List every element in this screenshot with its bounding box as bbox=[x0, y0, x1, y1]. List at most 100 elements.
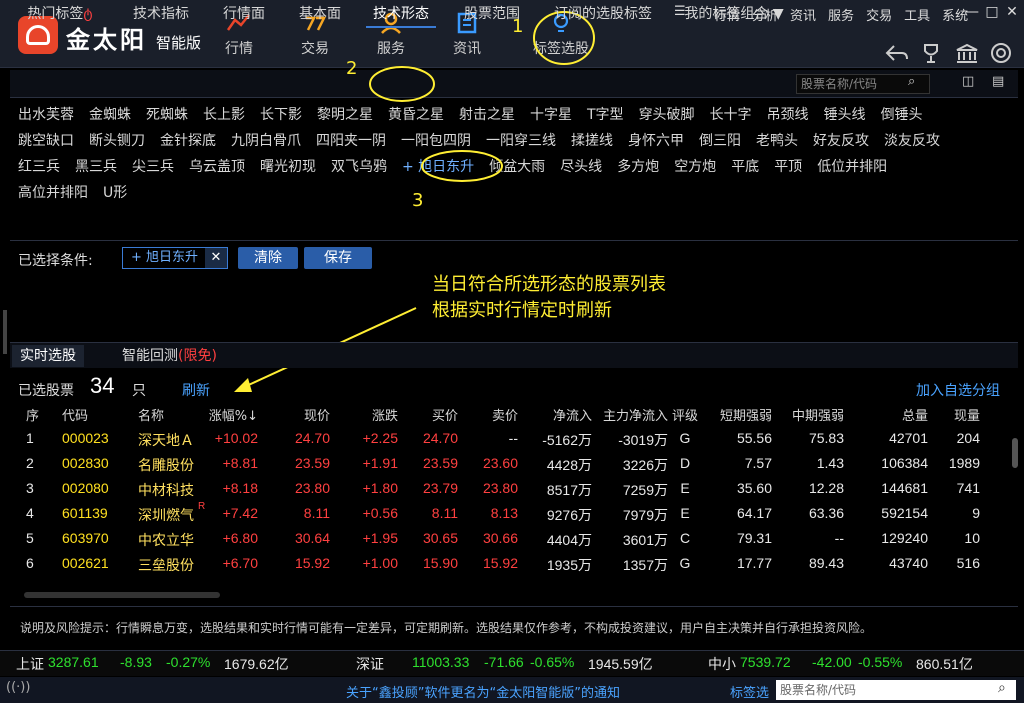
pattern-item[interactable]: 跳空缺口 bbox=[18, 133, 74, 149]
pattern-item[interactable]: 射击之星 bbox=[459, 107, 515, 123]
pattern-item[interactable]: 揉搓线 bbox=[571, 133, 613, 149]
refresh-button[interactable]: 刷新 bbox=[182, 380, 210, 400]
remove-condition-icon[interactable]: ✕ bbox=[205, 248, 227, 268]
add-to-watchlist-button[interactable]: 加入自选分组 bbox=[916, 380, 1000, 400]
pattern-item[interactable]: 平顶 bbox=[774, 159, 802, 175]
pattern-item[interactable]: 金蜘蛛 bbox=[89, 107, 131, 123]
bank-icon[interactable] bbox=[954, 42, 980, 64]
tab-market-side[interactable]: 行情面 bbox=[214, 0, 274, 28]
pattern-item[interactable]: 一阳包四阴 bbox=[401, 133, 471, 149]
table-row[interactable]: 2 002830 名雕股份 +8.81 23.59 +1.91 23.59 23.60 4428… bbox=[10, 451, 1010, 476]
tab-smart-backtest[interactable]: 智能回测(限免) bbox=[114, 345, 225, 367]
vertical-scrollbar[interactable] bbox=[1012, 438, 1018, 468]
pattern-item[interactable]: 平底 bbox=[731, 159, 759, 175]
column-header[interactable]: 总量 bbox=[860, 405, 928, 424]
table-row[interactable]: 5 603970 中农立华 +6.80 30.64 +1.95 30.65 30.66 4404… bbox=[10, 526, 1010, 551]
save-button[interactable]: 保存 bbox=[304, 247, 372, 269]
table-row[interactable]: 6 002621 三垒股份 +6.70 15.92 +1.00 15.90 15.92 1935… bbox=[10, 551, 1010, 576]
search-icon[interactable]: ⌕ bbox=[908, 74, 926, 92]
column-header[interactable]: 涨幅%↓ bbox=[202, 405, 258, 424]
pattern-item[interactable]: 尖三兵 bbox=[132, 159, 174, 175]
trophy-icon[interactable] bbox=[918, 42, 944, 64]
pattern-item[interactable]: 倒三阳 bbox=[699, 133, 741, 149]
pattern-item[interactable]: 双飞乌鸦 bbox=[331, 159, 387, 175]
column-header[interactable]: 序 bbox=[26, 405, 46, 424]
pattern-item[interactable]: 红三兵 bbox=[18, 159, 60, 175]
column-header[interactable]: 现量 bbox=[934, 405, 980, 424]
column-header[interactable]: 卖价 bbox=[470, 405, 518, 424]
tab-stock-range[interactable]: 股票范围 bbox=[452, 0, 532, 28]
pattern-item[interactable]: 九阴白骨爪 bbox=[231, 133, 301, 149]
pattern-item[interactable]: 断头铡刀 bbox=[89, 133, 145, 149]
index-name[interactable]: 深证 bbox=[356, 654, 384, 674]
rename-notice-link[interactable]: 关于“鑫投顾”软件更名为“金太阳智能版”的通知 bbox=[346, 682, 620, 701]
pattern-item[interactable]: 黑三兵 bbox=[75, 159, 117, 175]
column-header[interactable]: 名称 bbox=[138, 405, 208, 424]
tab-fundamental[interactable]: 基本面 bbox=[290, 0, 350, 28]
clear-button[interactable]: 清除 bbox=[238, 247, 298, 269]
pattern-item[interactable]: 身怀六甲 bbox=[628, 133, 684, 149]
horizontal-scrollbar[interactable] bbox=[24, 592, 220, 598]
pattern-item[interactable]: 死蜘蛛 bbox=[146, 107, 188, 123]
menu-tools[interactable]: 工具 bbox=[904, 9, 930, 24]
pattern-item[interactable]: 老鸭头 bbox=[756, 133, 798, 149]
pattern-item[interactable]: 金针探底 bbox=[160, 133, 216, 149]
close-button[interactable]: ✕ bbox=[1004, 4, 1020, 20]
table-row[interactable]: 4 601139 深圳燃气 R +7.42 8.11 +0.56 8.11 8.13 9276万 7… bbox=[10, 501, 1010, 526]
pattern-item[interactable]: 高位并排阳 bbox=[18, 185, 88, 201]
pattern-item[interactable]: 好友反攻 bbox=[813, 133, 869, 149]
pattern-item[interactable]: 长上影 bbox=[203, 107, 245, 123]
pattern-item[interactable]: 多方炮 bbox=[617, 159, 659, 175]
column-header[interactable]: 短期强弱 bbox=[710, 405, 772, 424]
back-icon[interactable] bbox=[884, 42, 910, 64]
tab-realtime-picking[interactable]: 实时选股 bbox=[12, 345, 84, 367]
table-row[interactable]: 1 000023 深天地Ａ +10.02 24.70 +2.25 24.70 -- -5162万… bbox=[10, 426, 1010, 451]
tag-picking-link[interactable]: 标签选 bbox=[730, 682, 769, 701]
tab-my-tag-combo[interactable]: 我的标签组合 ▼ bbox=[684, 0, 784, 28]
column-header[interactable]: 评级 bbox=[670, 405, 700, 424]
message-icon[interactable]: ▤ bbox=[992, 74, 1010, 92]
bottom-search-icon[interactable]: ⌕ bbox=[998, 680, 1006, 696]
tab-subscribed-tags[interactable]: 订阅的选股标签 bbox=[548, 0, 658, 28]
menu-service[interactable]: 服务 bbox=[828, 9, 854, 24]
brand-swirl-icon[interactable] bbox=[988, 42, 1014, 64]
minimize-button[interactable]: — bbox=[964, 4, 980, 20]
column-header[interactable]: 买价 bbox=[410, 405, 458, 424]
menu-trade[interactable]: 交易 bbox=[866, 9, 892, 24]
pattern-item[interactable]: 倒锤头 bbox=[881, 107, 923, 123]
column-header[interactable]: 现价 bbox=[280, 405, 330, 424]
bottom-search-input[interactable]: 股票名称/代码 bbox=[776, 680, 1016, 700]
pattern-item[interactable]: 穿头破脚 bbox=[639, 107, 695, 123]
tab-hot-tags[interactable]: 热门标签ტ bbox=[20, 0, 100, 28]
pattern-item[interactable]: 十字星 bbox=[530, 107, 572, 123]
pattern-item[interactable]: 长十字 bbox=[710, 107, 752, 123]
pattern-item[interactable]: U形 bbox=[103, 185, 127, 201]
pattern-item[interactable]: 黎明之星 bbox=[317, 107, 373, 123]
pattern-item[interactable]: 黄昏之星 bbox=[388, 107, 444, 123]
index-name[interactable]: 中小 bbox=[708, 654, 736, 674]
column-header[interactable]: 代码 bbox=[62, 405, 122, 424]
pattern-item[interactable]: 锤头线 bbox=[824, 107, 866, 123]
pattern-item[interactable]: 淡友反攻 bbox=[884, 133, 940, 149]
column-header[interactable]: 中期强弱 bbox=[782, 405, 844, 424]
pattern-item[interactable]: 尽头线 bbox=[560, 159, 602, 175]
pattern-item[interactable]: T字型 bbox=[587, 107, 624, 123]
pattern-item[interactable]: 乌云盖顶 bbox=[189, 159, 245, 175]
column-header[interactable]: 净流入 bbox=[532, 405, 592, 424]
maximize-button[interactable]: □ bbox=[984, 4, 1000, 20]
column-header[interactable]: 主力净流入 bbox=[590, 405, 668, 424]
index-name[interactable]: 上证 bbox=[16, 654, 44, 674]
pattern-item[interactable]: 曙光初现 bbox=[260, 159, 316, 175]
pattern-item[interactable]: 低位并排阳 bbox=[817, 159, 887, 175]
side-splitter[interactable] bbox=[3, 310, 7, 354]
pattern-item[interactable]: 空方炮 bbox=[674, 159, 716, 175]
pattern-item[interactable]: 吊颈线 bbox=[767, 107, 809, 123]
menu-news[interactable]: 资讯 bbox=[790, 9, 816, 24]
pattern-item[interactable]: 四阳夹一阴 bbox=[316, 133, 386, 149]
pattern-item[interactable]: 出水芙蓉 bbox=[18, 107, 74, 123]
tab-tech-pattern[interactable]: 技术形态 bbox=[366, 0, 436, 28]
table-row[interactable]: 3 002080 中材科技 +8.18 23.80 +1.80 23.79 23.80 8517… bbox=[10, 476, 1010, 501]
column-header[interactable]: 涨跌 bbox=[342, 405, 398, 424]
pattern-item[interactable]: 一阳穿三线 bbox=[486, 133, 556, 149]
pattern-item[interactable]: 长下影 bbox=[260, 107, 302, 123]
